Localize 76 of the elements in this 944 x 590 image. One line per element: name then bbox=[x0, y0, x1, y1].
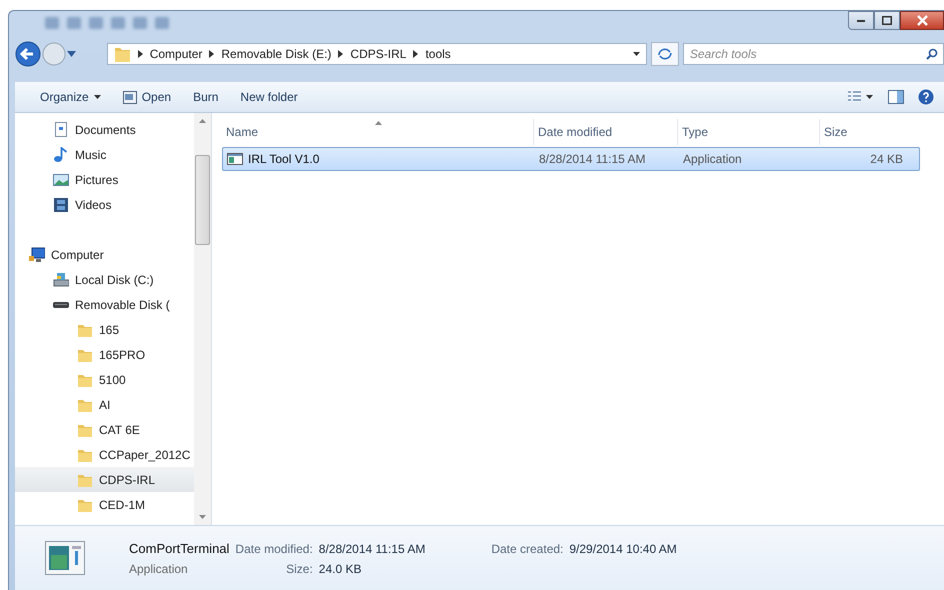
nav-item[interactable]: 165PRO bbox=[15, 342, 194, 367]
breadcrumb[interactable]: Removable Disk (E:) bbox=[221, 47, 332, 61]
nav-item[interactable]: CDPS-IRL bbox=[15, 467, 194, 492]
close-icon bbox=[916, 15, 928, 26]
back-button[interactable] bbox=[15, 41, 41, 67]
toolbar-button[interactable]: Open bbox=[114, 87, 180, 107]
nav-item[interactable]: CAT 6E bbox=[15, 417, 194, 442]
nav-item[interactable]: 165 bbox=[15, 317, 194, 342]
caret-icon bbox=[94, 95, 101, 99]
maximize-icon bbox=[882, 16, 892, 25]
nav-item[interactable]: Computer bbox=[15, 242, 194, 267]
close-button[interactable] bbox=[900, 11, 944, 30]
film-icon bbox=[53, 196, 69, 212]
maximize-button[interactable] bbox=[874, 11, 900, 30]
column-header[interactable]: Type bbox=[678, 119, 820, 145]
chevron-icon bbox=[338, 50, 344, 58]
file-type: Application bbox=[682, 152, 743, 166]
nav-item[interactable]: Removable Disk ( bbox=[15, 292, 194, 317]
window-icon bbox=[122, 90, 137, 104]
nav-item[interactable]: Pictures bbox=[15, 167, 194, 192]
column-header[interactable]: Name bbox=[222, 119, 534, 145]
file-type: Application bbox=[129, 562, 189, 576]
field-value: 8/28/2014 11:15 AM bbox=[318, 542, 426, 556]
breadcrumb[interactable]: Computer bbox=[150, 47, 202, 61]
nav-item[interactable]: Local Disk (C:) bbox=[15, 267, 194, 292]
refresh-button[interactable] bbox=[650, 42, 679, 66]
search-icon bbox=[926, 48, 938, 60]
nav-item[interactable]: AI bbox=[15, 392, 194, 417]
nav-item[interactable]: Music bbox=[15, 142, 194, 167]
column-header[interactable]: Date modified bbox=[534, 119, 678, 145]
picture-icon bbox=[53, 172, 69, 188]
scrollbar[interactable] bbox=[194, 113, 211, 525]
nav-item[interactable]: Videos bbox=[15, 192, 194, 217]
nav-item[interactable]: CED-1M bbox=[15, 492, 194, 517]
drive-icon bbox=[53, 302, 69, 308]
toolbar-button[interactable]: Burn bbox=[184, 87, 228, 107]
help-button[interactable] bbox=[916, 87, 936, 107]
field-value: 24.0 KB bbox=[318, 562, 362, 576]
minimize-button[interactable] bbox=[848, 11, 874, 30]
nav-item[interactable]: CCPaper_2012C bbox=[15, 442, 194, 467]
minimize-icon bbox=[857, 20, 865, 22]
organize-menu[interactable]: Organize bbox=[31, 87, 110, 107]
nav-item[interactable]: Documents bbox=[15, 117, 194, 142]
address-bar[interactable]: Computer Removable Disk (E:) CDPS-IRL tools bbox=[106, 43, 647, 65]
field-label: Date created: bbox=[491, 542, 564, 556]
computer-icon bbox=[29, 246, 45, 262]
application-thumbnail-icon bbox=[45, 541, 85, 575]
folder-icon bbox=[114, 46, 131, 62]
field-label: Size: bbox=[286, 562, 313, 576]
music-note-icon bbox=[53, 146, 69, 162]
scrollbar-thumb[interactable] bbox=[195, 155, 210, 245]
hard-drive-icon bbox=[53, 272, 69, 288]
breadcrumb[interactable]: tools bbox=[425, 47, 451, 61]
scroll-down-arrow-icon[interactable] bbox=[199, 515, 206, 519]
column-header[interactable]: Size bbox=[820, 119, 906, 145]
document-icon bbox=[53, 122, 69, 138]
file-row[interactable]: IRL Tool V1.0 8/28/2014 11:15 AM Application 24 KB bbox=[222, 147, 920, 171]
application-icon bbox=[227, 153, 243, 165]
field-value: 9/29/2014 10:40 AM bbox=[569, 542, 677, 556]
dropdown-arrow-icon bbox=[632, 52, 640, 56]
sort-arrow-icon bbox=[374, 121, 382, 125]
field-label: Date modified: bbox=[235, 542, 313, 556]
file-name: ComPortTerminal bbox=[129, 540, 230, 556]
chevron-icon bbox=[138, 50, 143, 58]
file-size: 24 KB bbox=[869, 152, 904, 166]
chevron-icon bbox=[209, 50, 214, 58]
chevron-icon bbox=[413, 50, 418, 58]
search-field[interactable]: Search tools bbox=[682, 43, 944, 65]
breadcrumb[interactable]: CDPS-IRL bbox=[350, 47, 406, 61]
date-modified: 8/28/2014 11:15 AM bbox=[538, 152, 647, 166]
dropdown-arrow-icon[interactable] bbox=[67, 51, 76, 57]
toolbar-button[interactable]: New folder bbox=[231, 87, 307, 107]
scroll-up-arrow-icon[interactable] bbox=[199, 119, 206, 123]
preview-pane-button[interactable] bbox=[886, 88, 906, 106]
nav-item[interactable]: 5100 bbox=[15, 367, 194, 392]
file-name: IRL Tool V1.0 bbox=[248, 152, 320, 166]
